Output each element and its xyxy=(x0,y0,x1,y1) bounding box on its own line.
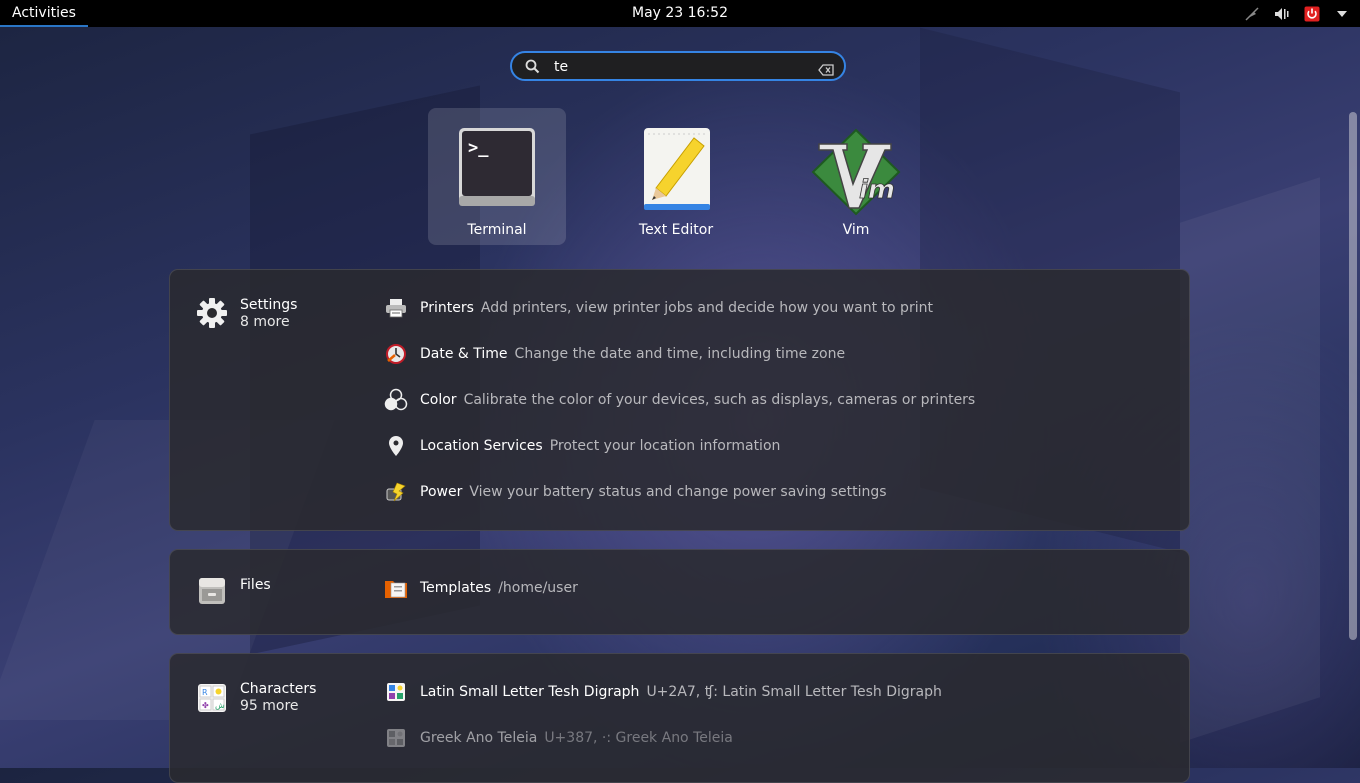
provider-more-count: 95 more xyxy=(240,698,299,714)
provider-name[interactable]: Settings xyxy=(240,297,297,313)
result-greek-ano-teleia[interactable]: Greek Ano Teleia U+387, ·: Greek Ano Tel… xyxy=(384,723,733,753)
result-description: U+2A7, ʧ: Latin Small Letter Tesh Digrap… xyxy=(646,684,942,700)
date-time-icon xyxy=(384,342,408,366)
files-results: Files Templates /home/user xyxy=(169,549,1190,635)
clock: May 23 16:52 xyxy=(0,0,1360,27)
text-editor-icon xyxy=(636,126,716,212)
results-scrollbar[interactable] xyxy=(1349,112,1357,640)
svg-text:✤: ✤ xyxy=(202,701,209,710)
svg-text:R: R xyxy=(202,688,208,697)
result-description: View your battery status and change powe… xyxy=(469,484,887,500)
result-description: /home/user xyxy=(498,580,578,596)
svg-text:ش: ش xyxy=(215,701,225,710)
search-box[interactable] xyxy=(510,51,846,81)
result-color[interactable]: Color Calibrate the color of your device… xyxy=(384,385,975,415)
result-title: Color xyxy=(420,392,457,408)
templates-folder-icon xyxy=(384,576,408,600)
terminal-icon: >_ xyxy=(457,126,537,212)
svg-text:im: im xyxy=(859,175,895,205)
app-label: Terminal xyxy=(467,222,527,238)
result-templates[interactable]: Templates /home/user xyxy=(384,573,578,603)
power-battery-icon xyxy=(384,480,408,504)
result-description: Add printers, view printer jobs and deci… xyxy=(480,300,933,316)
result-printers[interactable]: Printers Add printers, view printer jobs… xyxy=(384,293,933,323)
result-description: Protect your location information xyxy=(549,438,781,454)
search-icon xyxy=(525,59,540,78)
search-input[interactable] xyxy=(552,55,816,79)
svg-text:>_: >_ xyxy=(468,138,489,158)
result-title: Printers xyxy=(420,300,474,316)
vim-icon: im xyxy=(809,126,903,216)
location-pin-icon xyxy=(384,434,408,458)
color-icon xyxy=(384,388,408,412)
result-title: Templates xyxy=(420,580,492,596)
characters-icon xyxy=(384,680,408,704)
result-title: Greek Ano Teleia xyxy=(420,730,538,746)
characters-icon[interactable]: R ✤ ش xyxy=(196,682,228,714)
characters-results: R ✤ ش Characters 95 more Latin Small Lette… xyxy=(169,653,1190,783)
settings-gear-icon[interactable] xyxy=(196,297,228,329)
characters-icon xyxy=(384,726,408,750)
printer-icon xyxy=(384,296,408,320)
top-bar: Activities May 23 16:52 xyxy=(0,0,1360,27)
result-title: Power xyxy=(420,484,463,500)
power-icon[interactable] xyxy=(1304,6,1320,22)
app-label: Text Editor xyxy=(638,222,714,238)
provider-name[interactable]: Characters xyxy=(240,681,316,697)
system-menu-chevron-icon[interactable] xyxy=(1334,6,1350,22)
clock-button[interactable]: May 23 16:52 xyxy=(626,5,734,21)
network-icon[interactable] xyxy=(1244,6,1260,22)
volume-icon[interactable] xyxy=(1274,6,1290,22)
result-title: Latin Small Letter Tesh Digraph xyxy=(420,684,640,700)
app-text-editor[interactable]: Text Editor xyxy=(607,108,745,245)
provider-more-count: 8 more xyxy=(240,314,290,330)
files-icon[interactable] xyxy=(196,575,228,607)
clear-search-icon[interactable] xyxy=(818,61,834,80)
app-terminal[interactable]: >_ Terminal xyxy=(428,108,566,245)
system-tray xyxy=(1244,0,1350,27)
result-date-time[interactable]: Date & Time Change the date and time, in… xyxy=(384,339,845,369)
settings-results: Settings 8 more Printers Add printers, v… xyxy=(169,269,1190,531)
app-label: Vim xyxy=(842,222,870,238)
provider-name[interactable]: Files xyxy=(240,577,271,593)
result-title: Date & Time xyxy=(420,346,508,362)
result-description: Calibrate the color of your devices, suc… xyxy=(463,392,976,408)
result-latin-small-letter-tesh-digraph[interactable]: Latin Small Letter Tesh Digraph U+2A7, ʧ… xyxy=(384,677,942,707)
result-title: Location Services xyxy=(420,438,543,454)
result-location-services[interactable]: Location Services Protect your location … xyxy=(384,431,780,461)
activities-button[interactable]: Activities xyxy=(0,0,88,27)
wallpaper-shape xyxy=(1180,177,1320,743)
result-description: U+387, ·: Greek Ano Teleia xyxy=(544,730,733,746)
result-description: Change the date and time, including time… xyxy=(514,346,846,362)
result-power[interactable]: Power View your battery status and chang… xyxy=(384,477,887,507)
app-vim[interactable]: im Vim xyxy=(787,108,925,245)
